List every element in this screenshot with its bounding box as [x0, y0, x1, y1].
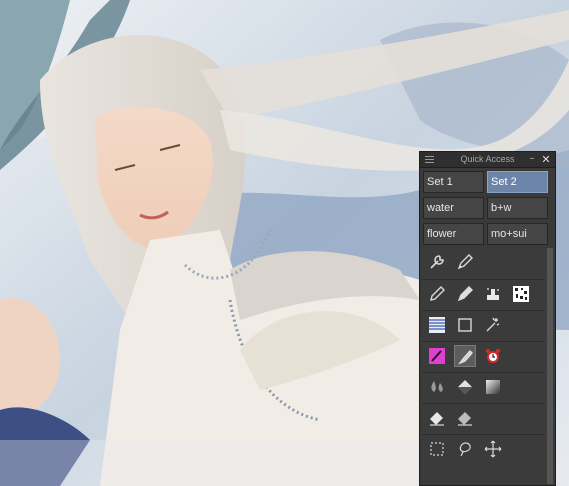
panel-title-bar[interactable]: Quick Access – ✕: [420, 152, 555, 168]
minimize-icon[interactable]: –: [526, 154, 538, 166]
tool-grid: [422, 248, 545, 484]
rect-select-icon[interactable]: [426, 438, 448, 460]
set-button-flower[interactable]: flower: [423, 223, 484, 245]
quick-access-panel: Quick Access – ✕ Set 1 Set 2 water b+w f…: [419, 151, 556, 486]
pen-icon[interactable]: [454, 283, 476, 305]
magenta-brush-icon[interactable]: [426, 345, 448, 367]
tool-row: [422, 248, 545, 276]
tool-row: [422, 310, 545, 339]
pencil-icon[interactable]: [426, 283, 448, 305]
set-button-water[interactable]: water: [423, 197, 484, 219]
stamp-icon[interactable]: [482, 283, 504, 305]
sparkle-icon[interactable]: [482, 314, 504, 336]
move-icon[interactable]: [482, 438, 504, 460]
rectangle-icon[interactable]: [454, 314, 476, 336]
set-button-mo-sui[interactable]: mo+sui: [487, 223, 548, 245]
tool-row: [422, 403, 545, 432]
tool-row: [422, 434, 545, 463]
gradient-icon[interactable]: [482, 376, 504, 398]
tool-row: [422, 341, 545, 370]
lines-icon[interactable]: [426, 314, 448, 336]
fill-bucket-icon[interactable]: [454, 376, 476, 398]
alarm-clock-icon[interactable]: [482, 345, 504, 367]
brush-icon[interactable]: [454, 345, 476, 367]
wrench-icon[interactable]: [426, 251, 448, 273]
tool-row: [422, 279, 545, 308]
eraser-icon[interactable]: [426, 407, 448, 429]
water-drops-icon[interactable]: [426, 376, 448, 398]
set-button-set2[interactable]: Set 2: [487, 171, 548, 193]
set-button-set1[interactable]: Set 1: [423, 171, 484, 193]
tool-row: [422, 372, 545, 401]
scrollbar-thumb[interactable]: [547, 248, 553, 484]
pen-icon[interactable]: [454, 251, 476, 273]
pattern-icon[interactable]: [510, 283, 532, 305]
set-button-b-w[interactable]: b+w: [487, 197, 548, 219]
close-icon[interactable]: ✕: [540, 154, 552, 166]
tool-scrollbar[interactable]: [547, 248, 553, 484]
lasso-icon[interactable]: [454, 438, 476, 460]
eraser-soft-icon[interactable]: [454, 407, 476, 429]
